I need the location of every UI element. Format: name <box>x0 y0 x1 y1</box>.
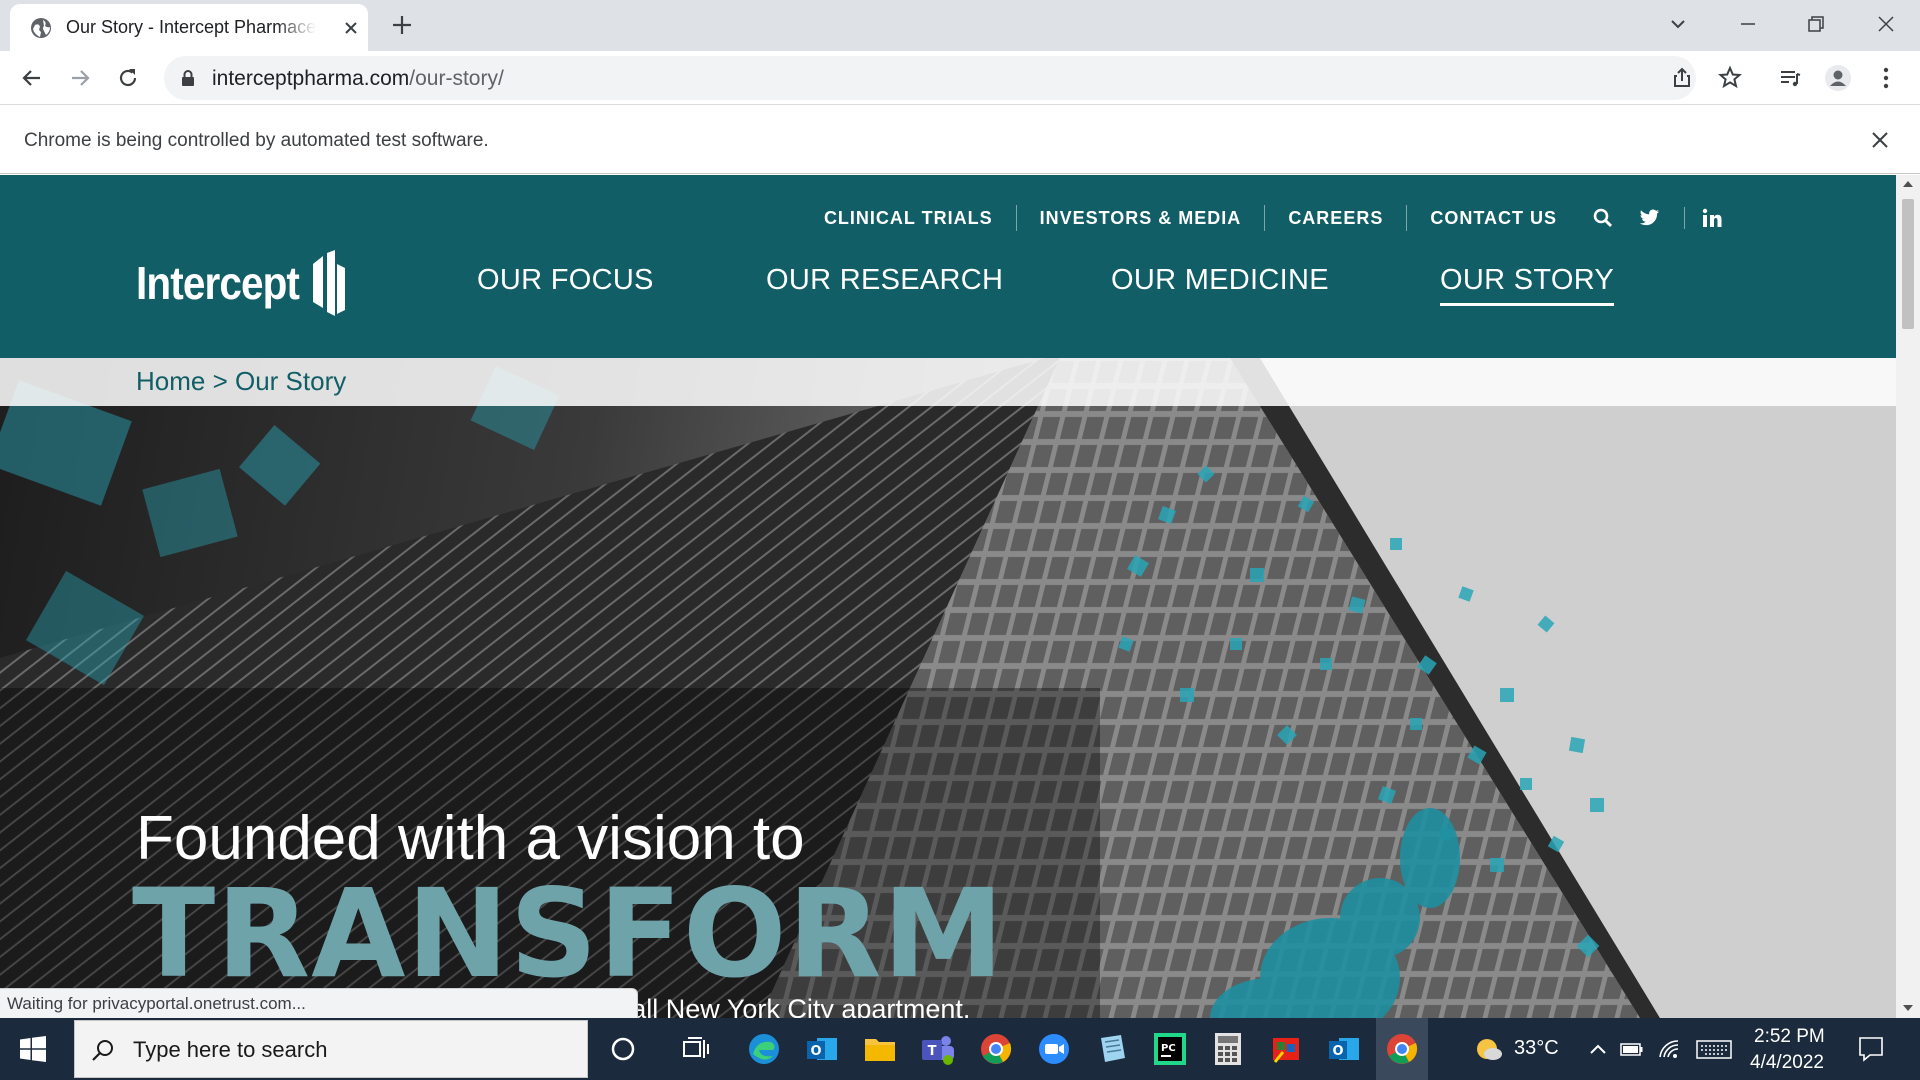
logo-mark-icon <box>313 250 346 316</box>
media-control-icon[interactable] <box>1776 64 1804 92</box>
nav-our-medicine[interactable]: OUR MEDICINE <box>1111 264 1329 303</box>
keyboard-icon[interactable] <box>1696 1038 1732 1060</box>
outlook-icon[interactable]: O <box>1326 1031 1362 1067</box>
hero-heading-line2: TRANSFORM <box>132 863 1005 1005</box>
edge-icon[interactable] <box>746 1031 782 1067</box>
address-bar[interactable]: interceptpharma.com/our-story/ <box>164 56 1696 100</box>
new-tab-icon[interactable] <box>390 13 414 37</box>
linkedin-icon[interactable] <box>1684 207 1724 229</box>
globe-icon <box>31 18 51 38</box>
profile-avatar-icon[interactable] <box>1824 64 1852 92</box>
chevron-up-icon[interactable] <box>1586 1038 1610 1060</box>
hero-section: Founded with a vision to TRANSFORM We be… <box>0 358 1896 1018</box>
share-icon[interactable] <box>1668 64 1696 92</box>
site-header: CLINICAL TRIALS INVESTORS & MEDIA CAREER… <box>0 175 1896 358</box>
nav-our-story[interactable]: OUR STORY <box>1440 264 1615 306</box>
nav-our-research[interactable]: OUR RESEARCH <box>766 264 1003 303</box>
forward-icon[interactable] <box>66 64 94 92</box>
cortana-icon[interactable] <box>605 1031 641 1067</box>
automation-infobar: Chrome is being controlled by automated … <box>0 106 1920 174</box>
clock-time[interactable]: 2:52 PM <box>1754 1026 1825 1048</box>
close-window-icon[interactable] <box>1872 10 1900 38</box>
search-icon <box>92 1040 113 1061</box>
weather-temperature[interactable]: 33°C <box>1514 1037 1559 1060</box>
wifi-icon[interactable] <box>1658 1038 1682 1060</box>
util-link-careers[interactable]: CAREERS <box>1265 205 1408 231</box>
nav-our-focus[interactable]: OUR FOCUS <box>477 264 654 303</box>
tab-strip: Our Story - Intercept Pharmaceuticals <box>0 0 1920 51</box>
svg-text:O: O <box>810 1044 821 1059</box>
scroll-up-arrow-icon[interactable] <box>1903 181 1913 187</box>
utility-nav: CLINICAL TRIALS INVESTORS & MEDIA CAREER… <box>801 203 1736 233</box>
windows-start-icon[interactable] <box>20 1036 46 1062</box>
search-icon[interactable] <box>1592 207 1614 229</box>
zoom-icon[interactable] <box>1036 1031 1072 1067</box>
page-scrollbar[interactable] <box>1896 175 1920 1018</box>
twitter-icon[interactable] <box>1638 207 1660 229</box>
close-infobar-icon[interactable] <box>1870 130 1890 150</box>
page-viewport: CLINICAL TRIALS INVESTORS & MEDIA CAREER… <box>0 175 1896 1018</box>
scroll-down-arrow-icon[interactable] <box>1903 1005 1913 1011</box>
lock-icon[interactable] <box>178 68 198 88</box>
teams-icon[interactable]: T <box>920 1031 956 1067</box>
browser-toolbar: interceptpharma.com/our-story/ <box>0 51 1920 105</box>
status-text: Waiting for privacyportal.onetrust.com..… <box>7 994 306 1013</box>
windows-taskbar: Type here to search O T PC O 33°C 2:52 P… <box>0 1018 1920 1080</box>
notification-center-icon[interactable] <box>1858 1036 1884 1062</box>
close-tab-icon[interactable] <box>340 17 362 39</box>
reload-icon[interactable] <box>114 64 142 92</box>
util-link-contact-us[interactable]: CONTACT US <box>1407 205 1580 231</box>
file-explorer-icon[interactable] <box>862 1031 898 1067</box>
url-text: interceptpharma.com/our-story/ <box>212 67 504 90</box>
svg-text:PC: PC <box>1161 1043 1176 1054</box>
taskbar-search-box[interactable]: Type here to search <box>74 1020 588 1078</box>
status-bubble: Waiting for privacyportal.onetrust.com..… <box>0 988 638 1018</box>
chrome-icon[interactable] <box>1376 1018 1428 1080</box>
search-placeholder: Type here to search <box>133 1037 328 1062</box>
calculator-icon[interactable] <box>1210 1031 1246 1067</box>
bookmark-star-icon[interactable] <box>1716 64 1744 92</box>
tab-search-icon[interactable] <box>1664 10 1692 38</box>
svg-text:O: O <box>1332 1044 1343 1059</box>
breadcrumb[interactable]: Home > Our Story <box>136 366 346 397</box>
infobar-message: Chrome is being controlled by automated … <box>24 130 489 151</box>
chrome-icon[interactable] <box>978 1031 1014 1067</box>
task-view-icon[interactable] <box>678 1031 714 1067</box>
minimize-icon[interactable] <box>1734 10 1762 38</box>
weather-sun-icon[interactable] <box>1474 1035 1504 1063</box>
util-link-investors-media[interactable]: INVESTORS & MEDIA <box>1017 205 1266 231</box>
battery-icon[interactable] <box>1620 1038 1644 1060</box>
breadcrumb-bar: Home > Our Story <box>0 358 1896 406</box>
notepad-icon[interactable] <box>1094 1031 1130 1067</box>
back-icon[interactable] <box>18 64 46 92</box>
svg-text:T: T <box>928 1044 937 1059</box>
browser-tab[interactable]: Our Story - Intercept Pharmaceuticals <box>10 4 368 51</box>
scrollbar-thumb[interactable] <box>1902 199 1914 329</box>
outlook-icon[interactable]: O <box>804 1031 840 1067</box>
clock-date[interactable]: 4/4/2022 <box>1750 1052 1824 1074</box>
menu-kebab-icon[interactable] <box>1872 64 1900 92</box>
util-link-clinical-trials[interactable]: CLINICAL TRIALS <box>801 205 1017 231</box>
pycharm-icon[interactable]: PC <box>1152 1031 1188 1067</box>
paint-icon[interactable] <box>1268 1031 1304 1067</box>
restore-icon[interactable] <box>1802 10 1830 38</box>
tab-title: Our Story - Intercept Pharmaceuticals <box>66 17 316 38</box>
intercept-logo[interactable]: Intercept <box>136 247 346 319</box>
